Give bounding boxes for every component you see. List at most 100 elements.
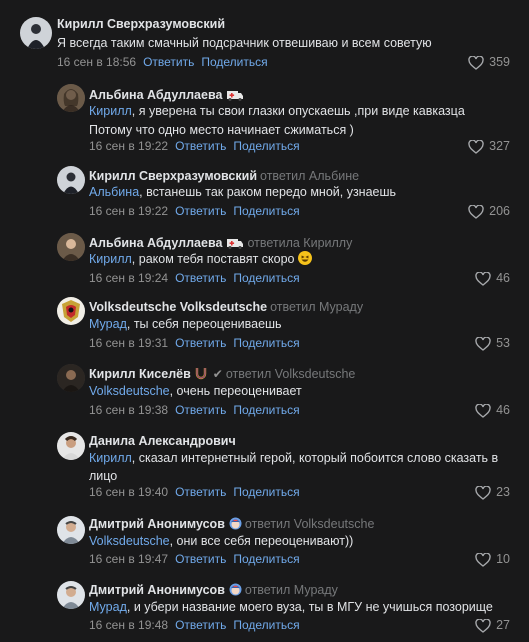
share-button[interactable]: Поделиться: [233, 552, 299, 566]
comment-meta: 16 сен в 18:56 Ответить Поделиться: [57, 55, 268, 70]
comment-date[interactable]: 16 сен в 19:40: [89, 485, 168, 499]
avatar[interactable]: [20, 17, 52, 49]
comment-meta: 16 сен в 19:38 Ответить Поделиться: [89, 403, 300, 418]
like-count: 27: [496, 618, 510, 632]
replied-to[interactable]: ответил Альбине: [260, 169, 359, 183]
avatar[interactable]: [57, 364, 85, 392]
reply-button[interactable]: Ответить: [175, 139, 226, 153]
comment-text: Кирилл, сказал интернетный герой, которы…: [89, 451, 499, 465]
author-name[interactable]: Альбина Абдуллаева: [89, 236, 222, 250]
avatar[interactable]: [57, 166, 85, 194]
like-button[interactable]: 53: [475, 336, 510, 351]
share-button[interactable]: Поделиться: [233, 271, 299, 285]
author-name[interactable]: Дмитрий Анонимусов: [89, 517, 225, 531]
like-button[interactable]: 10: [475, 552, 510, 567]
comment-date[interactable]: 16 сен в 19:47: [89, 552, 168, 566]
comment-meta: 16 сен в 19:22 Ответить Поделиться: [89, 204, 300, 219]
comment-reply: Дмитрий Анонимусов ответил Мураду Мурад, …: [0, 577, 529, 642]
share-button[interactable]: Поделиться: [233, 139, 299, 153]
reply-button[interactable]: Ответить: [175, 271, 226, 285]
heart-icon: [475, 403, 491, 418]
avatar[interactable]: [57, 516, 85, 544]
like-count: 23: [496, 485, 510, 499]
like-button[interactable]: 327: [468, 139, 510, 154]
comment-date[interactable]: 16 сен в 19:48: [89, 618, 168, 632]
like-count: 10: [496, 552, 510, 566]
like-button[interactable]: 27: [475, 618, 510, 633]
like-button[interactable]: 46: [475, 271, 510, 286]
comment-reply: Кирилл Сверхразумовский ответил Альбине А…: [0, 162, 529, 228]
reply-button[interactable]: Ответить: [175, 552, 226, 566]
mention-link[interactable]: Volksdeutsche: [89, 534, 170, 548]
author-name[interactable]: Кирилл Сверхразумовский: [57, 17, 225, 31]
comment: Кирилл Сверхразумовский Я всегда таким с…: [0, 0, 529, 76]
like-button[interactable]: 359: [468, 55, 510, 70]
comment-meta: 16 сен в 19:40 Ответить Поделиться: [89, 485, 300, 500]
mention-link[interactable]: Кирилл: [89, 451, 132, 465]
author-name[interactable]: Кирилл Киселёв: [89, 367, 191, 381]
avatar[interactable]: [57, 581, 85, 609]
reply-button[interactable]: Ответить: [175, 336, 226, 350]
comment-meta: 16 сен в 19:48 Ответить Поделиться: [89, 618, 300, 633]
author-name[interactable]: Альбина Абдуллаева: [89, 88, 222, 102]
avatar[interactable]: [57, 297, 85, 325]
reply-button[interactable]: Ответить: [175, 403, 226, 417]
like-button[interactable]: 206: [468, 204, 510, 219]
share-button[interactable]: Поделиться: [233, 204, 299, 218]
share-button[interactable]: Поделиться: [233, 336, 299, 350]
author-name[interactable]: Дмитрий Анонимусов: [89, 583, 225, 597]
share-button[interactable]: Поделиться: [233, 485, 299, 499]
share-button[interactable]: Поделиться: [233, 618, 299, 632]
replied-to[interactable]: ответила Кириллу: [247, 236, 352, 250]
mention-link[interactable]: Альбина: [89, 185, 139, 199]
heart-icon: [468, 139, 484, 154]
replied-to[interactable]: ответил Мураду: [270, 300, 363, 314]
comment-meta: 16 сен в 19:22 Ответить Поделиться: [89, 139, 300, 154]
avatar[interactable]: [57, 432, 85, 460]
comment-meta: 16 сен в 19:47 Ответить Поделиться: [89, 552, 300, 567]
comment-date[interactable]: 16 сен в 18:56: [57, 55, 136, 69]
heart-icon: [468, 55, 484, 70]
share-button[interactable]: Поделиться: [233, 403, 299, 417]
author-name[interactable]: Кирилл Сверхразумовский: [89, 169, 257, 183]
author-name[interactable]: Volksdeutsche Volksdeutsche: [89, 300, 267, 314]
like-count: 53: [496, 336, 510, 350]
laughing-emoji-icon: [297, 251, 312, 265]
reply-button[interactable]: Ответить: [143, 55, 194, 69]
share-button[interactable]: Поделиться: [201, 55, 267, 69]
comment-meta: 16 сен в 19:31 Ответить Поделиться: [89, 336, 300, 351]
avatar[interactable]: [57, 233, 85, 261]
like-count: 359: [489, 55, 510, 69]
replied-to[interactable]: ответил Мураду: [245, 583, 338, 597]
comment-text: Мурад, ты себя переоцениваешь: [89, 317, 282, 331]
heart-icon: [475, 618, 491, 633]
avatar[interactable]: [57, 84, 85, 112]
comment-date[interactable]: 16 сен в 19:22: [89, 204, 168, 218]
author-name[interactable]: Данила Александрович: [89, 434, 236, 448]
comment-date[interactable]: 16 сен в 19:38: [89, 403, 168, 417]
mention-link[interactable]: Кирилл: [89, 252, 132, 266]
replied-to[interactable]: ответил Volksdeutsche: [245, 517, 375, 531]
like-count: 46: [496, 403, 510, 417]
like-button[interactable]: 46: [475, 403, 510, 418]
like-button[interactable]: 23: [475, 485, 510, 500]
mention-link[interactable]: Мурад: [89, 317, 127, 331]
replied-to[interactable]: ответил Volksdeutsche: [226, 367, 356, 381]
mention-link[interactable]: Volksdeutsche: [89, 384, 170, 398]
comment-header: Данила Александрович: [89, 434, 236, 449]
comment-header: Volksdeutsche Volksdeutsche ответил Мурад…: [89, 300, 363, 315]
comment-reply: Данила Александрович Кирилл, сказал инте…: [0, 428, 529, 512]
comment-date[interactable]: 16 сен в 19:24: [89, 271, 168, 285]
comment-date[interactable]: 16 сен в 19:22: [89, 139, 168, 153]
comment-text-line2: Потому что одно место начинает сжиматься…: [89, 123, 354, 137]
reply-button[interactable]: Ответить: [175, 618, 226, 632]
comment-date[interactable]: 16 сен в 19:31: [89, 336, 168, 350]
mention-link[interactable]: Мурад: [89, 600, 127, 614]
reply-button[interactable]: Ответить: [175, 485, 226, 499]
comment-reply: Кирилл Киселёв ✔ ответил Volksdeutsche Vol…: [0, 360, 529, 428]
mention-link[interactable]: Кирилл: [89, 104, 132, 118]
reply-button[interactable]: Ответить: [175, 204, 226, 218]
heart-icon: [475, 552, 491, 567]
comment-reply: Volksdeutsche Volksdeutsche ответил Мурад…: [0, 294, 529, 360]
heart-icon: [468, 204, 484, 219]
